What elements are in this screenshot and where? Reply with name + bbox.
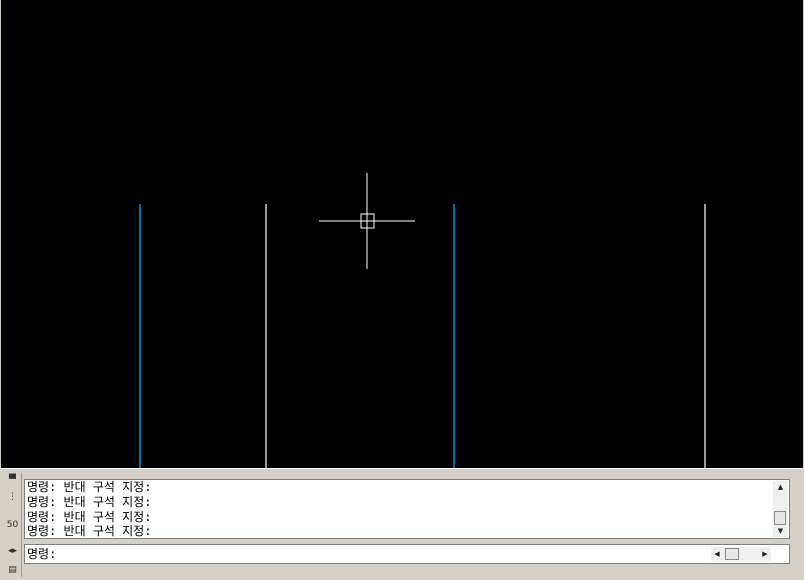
command-window-sidebar: ▀ ⋮ 50 ◂▸ ▤	[4, 473, 22, 577]
history-line: 명령: 반대 구석 지정:	[27, 524, 152, 538]
history-line: 명령: 반대 구석 지정:	[27, 495, 152, 509]
properties-icon[interactable]: ⋮	[6, 491, 19, 503]
sidebar-number: 50	[6, 520, 19, 530]
drawing-canvas[interactable]	[1, 0, 803, 468]
history-line: 명령: 반대 구석 지정:	[27, 510, 152, 524]
scroll-down-icon[interactable]: ▼	[773, 525, 788, 537]
canvas-svg	[139, 173, 706, 468]
command-input[interactable]	[71, 546, 701, 562]
scroll-thumb[interactable]	[774, 511, 786, 525]
command-input-row[interactable]: 명령: ◀ ▶	[24, 544, 790, 564]
command-history[interactable]: 명령: 반대 구석 지정: 명령: 반대 구석 지정: 명령: 반대 구석 지정…	[24, 479, 790, 539]
resize-arrows-icon[interactable]: ◂▸	[6, 545, 19, 557]
scroll-left-icon[interactable]: ◀	[711, 547, 723, 561]
command-prompt: 명령:	[27, 547, 57, 561]
command-window: ▀ ⋮ 50 ◂▸ ▤ 명령: 반대 구석 지정: 명령: 반대 구석 지정: …	[0, 468, 804, 580]
scroll-thumb[interactable]	[725, 548, 739, 560]
scroll-right-icon[interactable]: ▶	[759, 547, 771, 561]
history-vertical-scrollbar[interactable]: ▲ ▼	[773, 481, 788, 537]
scroll-up-icon[interactable]: ▲	[773, 481, 788, 493]
history-line: 명령: 반대 구석 지정:	[27, 480, 152, 494]
pin-icon[interactable]: ▀	[6, 474, 19, 486]
input-horizontal-scrollbar[interactable]: ◀ ▶	[711, 547, 771, 561]
crosshair-cursor	[319, 173, 415, 269]
list-icon[interactable]: ▤	[6, 564, 19, 576]
